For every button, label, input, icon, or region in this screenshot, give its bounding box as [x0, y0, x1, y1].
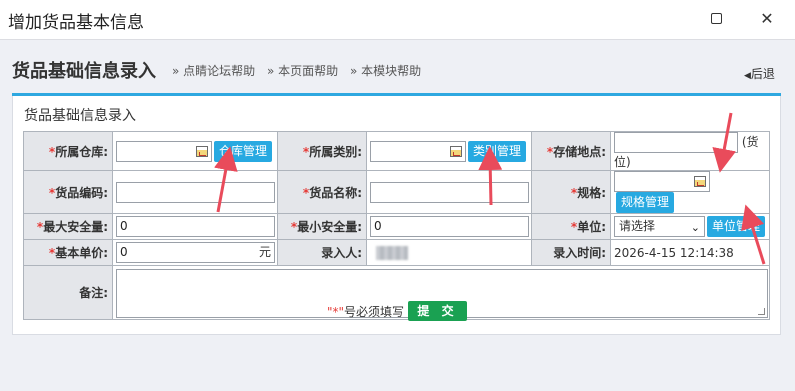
- back-label: 后退: [750, 67, 775, 81]
- window-titlebar: 增加货品基本信息 ✕: [0, 0, 795, 40]
- picker-icon[interactable]: [450, 145, 462, 157]
- unit-manage-button[interactable]: 单位管理: [707, 216, 766, 237]
- entered-by-value-redacted: [376, 245, 408, 260]
- unit-price-suffix: 元: [258, 245, 271, 259]
- picker-icon[interactable]: [694, 176, 706, 187]
- location-input[interactable]: [614, 132, 738, 153]
- min-stock-input[interactable]: 0: [370, 216, 529, 237]
- warehouse-manage-button[interactable]: 仓库管理: [214, 140, 273, 162]
- unit-label: *单位:: [531, 213, 611, 240]
- warehouse-input[interactable]: [116, 140, 212, 162]
- picker-icon[interactable]: [196, 145, 208, 157]
- warehouse-label: *所属仓库:: [23, 131, 113, 171]
- submit-button[interactable]: 提 交: [408, 301, 467, 321]
- form-row: *基本单价: 0元 录入人: 录入时间: 2026-4-15 12:14:38: [23, 239, 770, 266]
- page-title: 货品基础信息录入: [12, 61, 156, 82]
- name-input[interactable]: [370, 181, 529, 203]
- code-input[interactable]: [116, 181, 275, 203]
- unit-price-input[interactable]: 0元: [116, 242, 275, 263]
- category-manage-button[interactable]: 类别管理: [468, 140, 527, 162]
- form-row: *所属仓库: 仓库管理 *所属类别: 类别管理 *存储地点: (货位): [23, 131, 770, 171]
- entry-time-label: 录入时间:: [531, 239, 611, 266]
- form-section-title: 货品基础信息录入: [24, 108, 136, 124]
- entry-time-value: 2026-4-15 12:14:38: [614, 245, 734, 260]
- spec-manage-button[interactable]: 规格管理: [616, 192, 675, 213]
- max-stock-input[interactable]: 0: [116, 216, 275, 237]
- spec-input[interactable]: [614, 171, 710, 192]
- min-stock-label: *最小安全量:: [277, 213, 367, 240]
- help-links: » 点睛论坛帮助 » 本页面帮助 » 本模块帮助: [172, 62, 429, 79]
- required-hint: "*"号必须填写: [327, 305, 405, 319]
- goods-form-table: *所属仓库: 仓库管理 *所属类别: 类别管理 *存储地点: (货位) *货品编…: [23, 131, 770, 320]
- help-link-page[interactable]: » 本页面帮助: [267, 64, 338, 78]
- submit-row: "*"号必须填写 提 交: [0, 300, 795, 322]
- back-button[interactable]: ◀后退: [744, 65, 775, 82]
- close-icon[interactable]: ✕: [757, 9, 777, 29]
- category-input[interactable]: [370, 140, 466, 162]
- help-link-module[interactable]: » 本模块帮助: [350, 64, 421, 78]
- maximize-icon[interactable]: [706, 9, 726, 29]
- page-header: 货品基础信息录入 » 点睛论坛帮助 » 本页面帮助 » 本模块帮助 ◀后退: [0, 41, 795, 96]
- entered-by-label: 录入人:: [277, 239, 367, 266]
- chevron-down-icon: ⌄: [690, 221, 700, 234]
- max-stock-label: *最大安全量:: [23, 213, 113, 240]
- spec-label: *规格:: [531, 170, 611, 214]
- form-row: *最大安全量: 0 *最小安全量: 0 *单位: 请选择 ⌄ 单位管理: [23, 213, 770, 240]
- code-label: *货品编码:: [23, 170, 113, 214]
- location-label: *存储地点:: [531, 131, 611, 171]
- caret-left-icon: ◀: [744, 71, 751, 81]
- unit-price-label: *基本单价:: [23, 239, 113, 266]
- category-label: *所属类别:: [277, 131, 367, 171]
- help-link-forum[interactable]: » 点睛论坛帮助: [172, 64, 255, 78]
- form-row: *货品编码: *货品名称: *规格: 规格管理: [23, 170, 770, 214]
- unit-select[interactable]: 请选择 ⌄: [614, 216, 705, 237]
- name-label: *货品名称:: [277, 170, 367, 214]
- window-title: 增加货品基本信息: [8, 13, 144, 33]
